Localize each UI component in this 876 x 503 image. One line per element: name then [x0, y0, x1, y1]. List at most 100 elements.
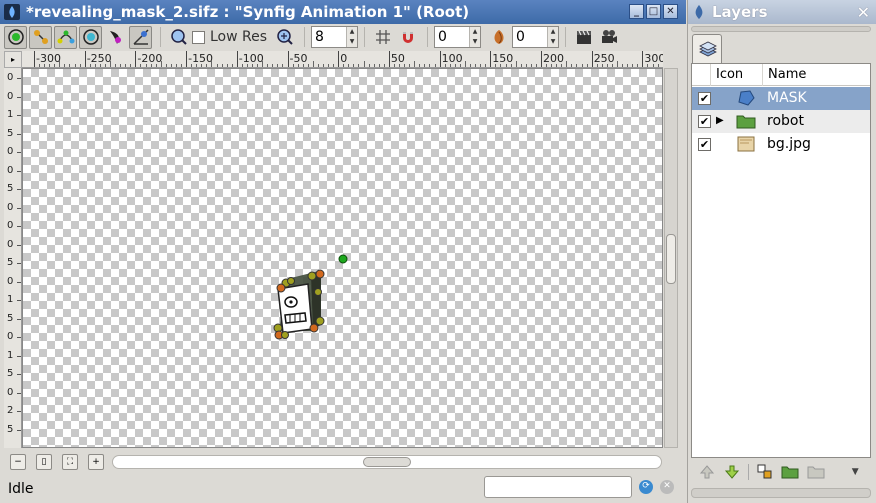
decrease-resolution-button[interactable]	[167, 26, 190, 49]
ruler-minor-tick	[368, 64, 370, 67]
vertex-duck[interactable]	[276, 283, 286, 293]
layer-name[interactable]: robot	[767, 113, 804, 129]
vertex-duck[interactable]	[307, 271, 317, 281]
column-header-name[interactable]: Name	[768, 67, 806, 82]
vertex-duck[interactable]	[309, 323, 319, 333]
column-header-icon[interactable]: Icon	[716, 67, 743, 82]
status-bar: Idle ⟳ ✕	[0, 474, 686, 503]
spin-up-arrow[interactable]: ▲	[347, 27, 357, 37]
spin-down-arrow[interactable]: ▼	[347, 37, 357, 47]
increase-resolution-button[interactable]	[273, 26, 296, 49]
onion-future-value[interactable]: 0	[513, 27, 547, 47]
zoom-out-button[interactable]: −	[10, 454, 26, 470]
zoom-reset-button[interactable]: ▯	[36, 454, 52, 470]
raise-layer-button[interactable]	[697, 463, 717, 481]
zoom-fit-button[interactable]: ⛶	[62, 454, 78, 470]
toggle-snap-button[interactable]	[396, 26, 419, 49]
ungroup-layer-button[interactable]	[806, 463, 826, 481]
layer-menu-button[interactable]: ▼	[845, 463, 865, 481]
ruler-minor-tick	[464, 61, 466, 67]
vertical-ruler[interactable]: 0 0 1 5 0 0 5 0 0 0 5 0 1 5 0 1 5 0 2 5	[4, 68, 22, 448]
zoom-in-button[interactable]: +	[88, 454, 104, 470]
close-button[interactable]: ✕	[663, 4, 678, 19]
layer-row-mask[interactable]: ✔ MASK	[692, 87, 870, 110]
toggle-grid-button[interactable]	[371, 26, 394, 49]
toggle-vertex-ducks-button[interactable]	[29, 25, 52, 49]
layer-visibility-checkbox[interactable]: ✔	[698, 138, 711, 151]
minimize-button[interactable]: _	[629, 4, 644, 19]
ruler-minor-tick	[231, 64, 233, 67]
ruler-corner-button[interactable]: ▸	[4, 51, 22, 68]
onion-past-value[interactable]: 0	[435, 27, 469, 47]
ruler-tick-label: 5	[7, 312, 14, 324]
lower-layer-button[interactable]	[723, 463, 743, 481]
layer-name[interactable]: bg.jpg	[767, 136, 811, 152]
ruler-minor-tick	[353, 64, 355, 67]
resolution-value[interactable]: 8	[312, 27, 346, 47]
ruler-minor-tick	[627, 64, 629, 67]
render-button[interactable]	[572, 26, 595, 49]
ruler-minor-tick	[520, 64, 522, 67]
ruler-minor-tick	[586, 64, 588, 67]
onion-past-spinbox[interactable]: 0 ▲ ▼	[434, 26, 482, 48]
layers-horizontal-scrollbar[interactable]	[691, 488, 871, 498]
spin-down-arrow[interactable]: ▼	[548, 37, 558, 47]
spin-up-arrow[interactable]: ▲	[548, 27, 558, 37]
ruler-tick	[17, 263, 21, 264]
status-text: Idle	[8, 480, 34, 497]
duplicate-layer-button[interactable]	[755, 463, 775, 481]
horizontal-ruler[interactable]: -300 -250 -200 -150 -100 -50 0 50 100 150 200 250 30…	[22, 51, 663, 68]
toggle-angle-ducks-button[interactable]	[129, 25, 152, 49]
window-titlebar[interactable]: *revealing_mask_2.sifz : "Synfig Animati…	[0, 0, 686, 24]
canvas-vertical-scrollbar[interactable]	[664, 68, 678, 448]
toggle-position-ducks-button[interactable]	[4, 25, 27, 49]
group-layer-button[interactable]	[780, 463, 800, 481]
toolbar-separator	[565, 27, 567, 47]
refresh-icon[interactable]: ⟳	[639, 480, 653, 494]
vertex-duck[interactable]	[281, 331, 289, 339]
vertex-duck[interactable]	[315, 269, 325, 279]
ruler-tick-label: 0	[7, 275, 14, 287]
spin-down-arrow[interactable]: ▼	[470, 37, 480, 47]
horizontal-scroll-thumb[interactable]	[363, 457, 411, 467]
close-panel-button[interactable]: ✕	[857, 3, 870, 22]
vertex-duck[interactable]	[287, 277, 295, 285]
origin-duck[interactable]	[338, 254, 348, 264]
low-res-label: Low Res	[210, 29, 268, 45]
spin-up-arrow[interactable]: ▲	[470, 27, 480, 37]
vertical-scroll-thumb[interactable]	[666, 234, 676, 284]
ruler-minor-tick	[409, 64, 411, 67]
preview-button[interactable]	[597, 26, 620, 49]
toggle-width-ducks-button[interactable]	[104, 26, 127, 49]
vertex-duck[interactable]	[315, 316, 325, 326]
ruler-tick-label: 0	[7, 164, 14, 176]
toggle-radius-ducks-button[interactable]	[79, 25, 102, 49]
ruler-major-tick	[236, 51, 238, 67]
layers-panel-titlebar[interactable]: Layers ✕	[688, 0, 876, 24]
layer-name[interactable]: MASK	[767, 90, 807, 106]
ruler-minor-tick	[191, 64, 193, 67]
ruler-minor-tick	[475, 64, 477, 67]
toggle-onion-skin-button[interactable]	[487, 26, 510, 49]
vertex-duck[interactable]	[314, 288, 322, 296]
canvas-work-area[interactable]	[22, 68, 663, 448]
canvas-horizontal-scrollbar[interactable]	[112, 455, 662, 469]
layer-row-bg[interactable]: ✔ bg.jpg	[692, 133, 870, 156]
layer-row-robot[interactable]: ✔ ▶ robot	[692, 110, 870, 133]
resolution-spinbox[interactable]: 8 ▲ ▼	[311, 26, 359, 48]
onion-future-spinbox[interactable]: 0 ▲ ▼	[512, 26, 560, 48]
ruler-minor-tick	[115, 64, 117, 67]
layers-tab[interactable]	[692, 34, 722, 63]
stop-icon[interactable]: ✕	[660, 480, 674, 494]
low-res-checkbox[interactable]	[192, 30, 205, 44]
expand-arrow-icon[interactable]: ▶	[716, 115, 724, 126]
toggle-tangent-ducks-button[interactable]	[54, 25, 77, 49]
layer-visibility-checkbox[interactable]: ✔	[698, 115, 711, 128]
maximize-button[interactable]: □	[646, 4, 661, 19]
ruler-minor-tick	[282, 64, 284, 67]
layer-visibility-checkbox[interactable]: ✔	[698, 92, 711, 105]
ruler-minor-tick	[110, 61, 112, 67]
toolbar-separator	[427, 27, 429, 47]
ruler-major-tick	[135, 51, 137, 67]
ruler-minor-tick	[312, 61, 314, 67]
